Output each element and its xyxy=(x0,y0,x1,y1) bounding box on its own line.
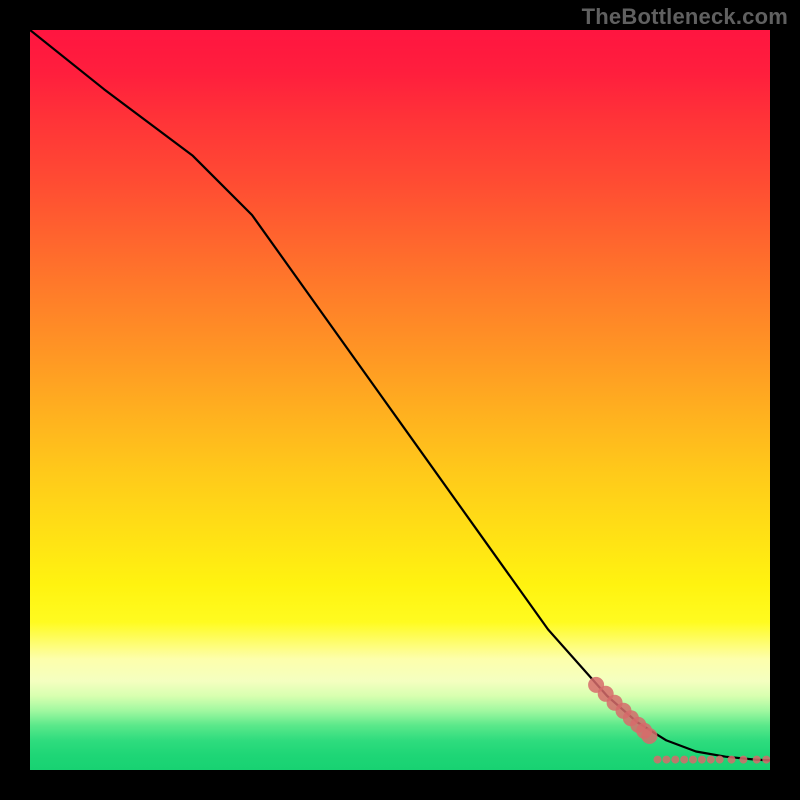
data-point xyxy=(662,756,670,764)
data-point xyxy=(728,756,736,764)
overlay-svg xyxy=(30,30,770,770)
data-point xyxy=(641,728,657,744)
bottleneck-curve xyxy=(30,30,770,760)
data-point xyxy=(753,756,761,764)
data-point xyxy=(654,756,662,764)
data-point xyxy=(671,756,679,764)
data-point xyxy=(762,756,770,764)
data-point xyxy=(680,756,688,764)
data-point xyxy=(739,756,747,764)
chart-stage: TheBottleneck.com xyxy=(0,0,800,800)
plot-area xyxy=(30,30,770,770)
data-point xyxy=(707,756,715,764)
data-point xyxy=(716,756,724,764)
data-point xyxy=(689,756,697,764)
data-point xyxy=(698,756,706,764)
data-points xyxy=(588,677,770,764)
watermark-text: TheBottleneck.com xyxy=(582,4,788,30)
